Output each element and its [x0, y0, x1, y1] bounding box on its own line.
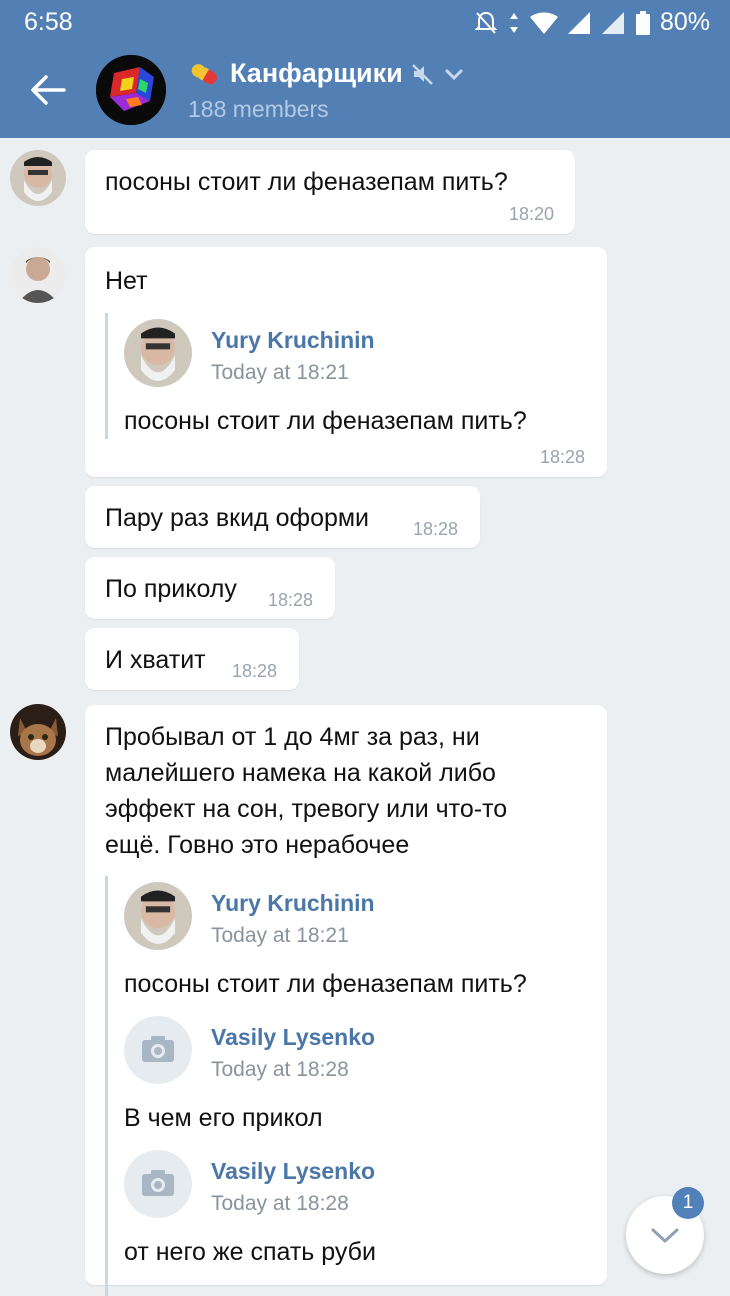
message-text: И хватит: [105, 646, 206, 674]
reply-avatar-placeholder: [124, 1150, 192, 1218]
sender-avatar-user2[interactable]: [10, 247, 66, 303]
message-time: 18:28: [232, 661, 278, 681]
message-bubble[interactable]: Пару раз вкид оформи 18:28: [85, 486, 480, 548]
reply-avatar: [124, 882, 192, 950]
status-time: 6:58: [24, 8, 73, 36]
status-icons: 80%: [474, 8, 710, 37]
reply-date: Today at 18:21: [211, 924, 349, 947]
avatar-photo: [10, 150, 66, 206]
pill-icon: [191, 63, 217, 84]
status-bar: 6:58 80%: [0, 0, 730, 44]
message-text: Пару раз вкид оформи: [105, 504, 370, 532]
camera-icon: [142, 1036, 174, 1062]
reply-quote[interactable]: Yury Kruchinin Today at 18:21 посоны сто…: [105, 313, 588, 439]
battery-icon: [635, 10, 650, 35]
message-bubble[interactable]: По приколу 18:28: [85, 557, 335, 619]
cube-logo-image: [96, 55, 166, 125]
message-bubble[interactable]: Нет Yury Kruchinin Today at 18:21 посоны…: [85, 247, 607, 477]
message-text: посоны стоит ли феназепам пить?: [105, 168, 508, 196]
message-line: малейшего намека на какой либо: [105, 759, 496, 787]
reply-date: Today at 18:28: [211, 1058, 349, 1081]
camera-icon: [142, 1170, 174, 1196]
sender-avatar-yury[interactable]: [10, 150, 66, 206]
reply-text: посоны стоит ли феназепам пить?: [124, 407, 527, 435]
muted-icon: [411, 63, 433, 85]
chevron-down-icon[interactable]: [443, 63, 465, 85]
reply-text: посоны стоит ли феназепам пить?: [124, 970, 527, 998]
signal-icon: [567, 11, 590, 34]
message-line: ещё. Говно это нерабочее: [105, 831, 410, 859]
sender-avatar-cat[interactable]: [10, 704, 66, 760]
avatar-photo: [124, 882, 192, 950]
back-arrow-icon[interactable]: [28, 70, 68, 110]
reply-author: Yury Kruchinin: [211, 890, 375, 916]
reply-avatar: [124, 319, 192, 387]
unread-badge: 1: [672, 1187, 704, 1219]
members-count[interactable]: 188 members: [188, 96, 329, 123]
message-time: 18:28: [540, 447, 586, 467]
message-line: Пробывал от 1 до 4мг за раз, ни: [105, 723, 480, 751]
battery-percent: 80%: [659, 8, 710, 36]
reply-author: Vasily Lysenko: [211, 1024, 376, 1050]
reply-author: Yury Kruchinin: [211, 327, 375, 353]
avatar-photo: [124, 319, 192, 387]
wifi-icon: [529, 12, 558, 34]
chat-avatar[interactable]: [96, 55, 166, 125]
data-arrows-icon: [509, 12, 518, 33]
message-bubble[interactable]: Пробывал от 1 до 4мг за раз, ни малейшег…: [85, 705, 607, 1296]
reply-text: от него же спать руби: [124, 1238, 376, 1266]
chat-title[interactable]: Канфарщики: [230, 58, 403, 89]
message-line: эффект на сон, тревогу или что-то: [105, 795, 508, 823]
reply-date: Today at 18:28: [211, 1192, 349, 1215]
reply-text: В чем его прикол: [124, 1104, 323, 1132]
message-text: Нет: [105, 267, 148, 295]
message-text: Пробывал от 1 до 4мг за раз, ни малейшег…: [105, 719, 507, 863]
avatar-photo: [10, 247, 66, 303]
cat-avatar-photo: [10, 704, 66, 760]
message-bubble[interactable]: И хватит 18:28: [85, 628, 299, 690]
message-time: 18:20: [509, 204, 555, 224]
message-bubble[interactable]: посоны стоит ли феназепам пить? 18:20: [85, 150, 575, 234]
reply-avatar-placeholder: [124, 1016, 192, 1084]
message-time: 18:28: [413, 519, 459, 539]
signal-icon-2: [601, 11, 624, 34]
reply-date: Today at 18:21: [211, 361, 349, 384]
reply-quote-group[interactable]: Yury Kruchinin Today at 18:21 посоны сто…: [105, 876, 588, 1296]
chat-header: 6:58 80% Канфарщики 188 members: [0, 0, 730, 138]
message-time: 18:28: [268, 590, 314, 610]
message-text: По приколу: [105, 575, 237, 603]
notifications-off-icon: [474, 11, 498, 34]
reply-author: Vasily Lysenko: [211, 1158, 376, 1184]
